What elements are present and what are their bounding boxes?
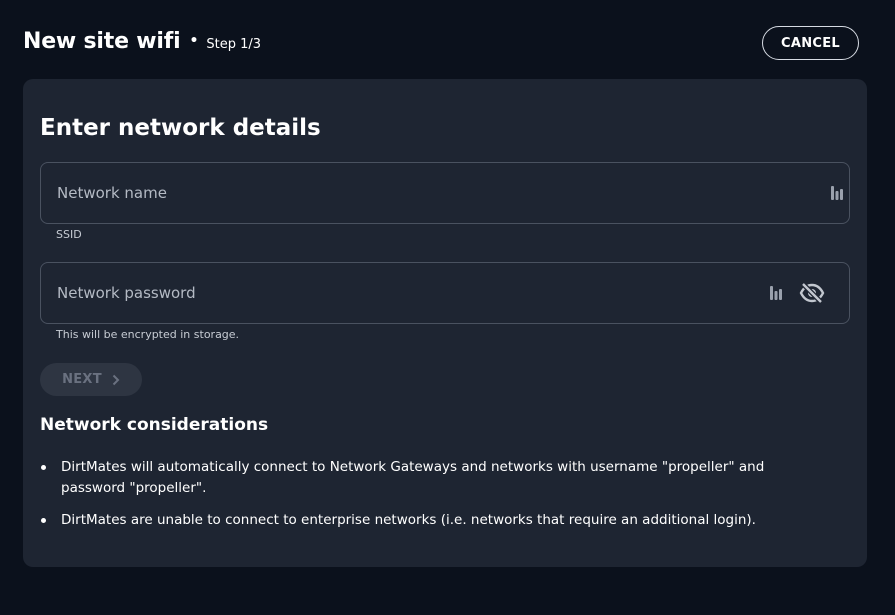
- page-title: New site wifi: [23, 29, 181, 54]
- section-title: Enter network details: [40, 115, 321, 141]
- network-password-helper: This will be encrypted in storage.: [56, 328, 240, 341]
- considerations-title: Network considerations: [40, 415, 269, 435]
- title-separator-dot: •: [189, 33, 199, 49]
- network-name-helper: SSID: [56, 228, 82, 241]
- network-name-input[interactable]: [41, 163, 853, 225]
- eye-off-icon[interactable]: [799, 281, 825, 305]
- next-button-label: NEXT: [62, 372, 102, 387]
- bullet: [41, 465, 46, 470]
- network-password-field[interactable]: Network password: [40, 262, 853, 325]
- header: New site wifi • Step 1/3 CANCEL: [23, 26, 859, 60]
- password-manager-icon[interactable]: [769, 285, 783, 301]
- list-item: DirtMates are unable to connect to enter…: [40, 510, 800, 531]
- step-indicator: Step 1/3: [206, 37, 262, 52]
- bullet: [41, 518, 46, 523]
- cancel-button[interactable]: CANCEL: [762, 26, 859, 60]
- network-password-input[interactable]: [41, 263, 853, 325]
- considerations-list: DirtMates will automatically connect to …: [40, 457, 800, 542]
- network-name-field[interactable]: Network name: [40, 162, 853, 225]
- list-item: DirtMates will automatically connect to …: [40, 457, 800, 499]
- chevron-right-icon: [112, 374, 120, 385]
- password-manager-icon[interactable]: [830, 185, 844, 201]
- consideration-text: DirtMates are unable to connect to enter…: [61, 512, 756, 528]
- title-wrap: New site wifi • Step 1/3: [23, 29, 261, 54]
- next-button[interactable]: NEXT: [40, 363, 142, 396]
- consideration-text: DirtMates will automatically connect to …: [61, 459, 765, 496]
- network-details-card: Enter network details Network name SSID …: [23, 79, 867, 567]
